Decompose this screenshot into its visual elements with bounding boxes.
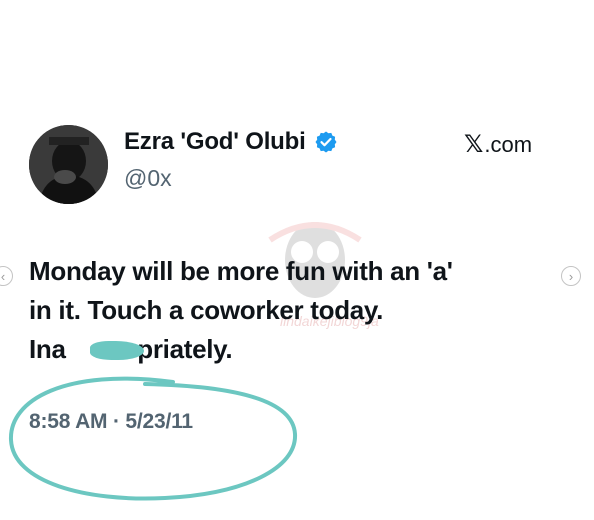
source-label: 𝕏 .com [464,130,532,159]
tweet-line-redacted: Ina opriately. [29,330,559,369]
tweet-line-part: Ina [29,334,66,364]
source-domain: .com [484,131,533,157]
timestamp[interactable]: 8:58 AM · 5/23/11 [29,410,193,434]
verified-badge-icon [315,131,337,153]
carousel-next-button[interactable]: › [561,266,581,286]
handle[interactable]: @0x [124,165,172,192]
highlight-circle-annotation [8,376,298,501]
tweet-line: Monday will be more fun with an 'a' [29,256,453,286]
tweet-text: Monday will be more fun with an 'a' in i… [29,252,559,369]
avatar[interactable] [29,125,108,204]
avatar-image [29,125,108,204]
carousel-prev-button[interactable]: ‹ [0,266,13,286]
redaction-mark [90,341,144,360]
display-name-row[interactable]: Ezra 'God' Olubi [124,128,338,156]
display-name: Ezra 'God' Olubi [124,128,306,155]
x-logo-icon: 𝕏 [464,131,484,158]
tweet-line: in it. Touch a coworker today. [29,295,384,325]
